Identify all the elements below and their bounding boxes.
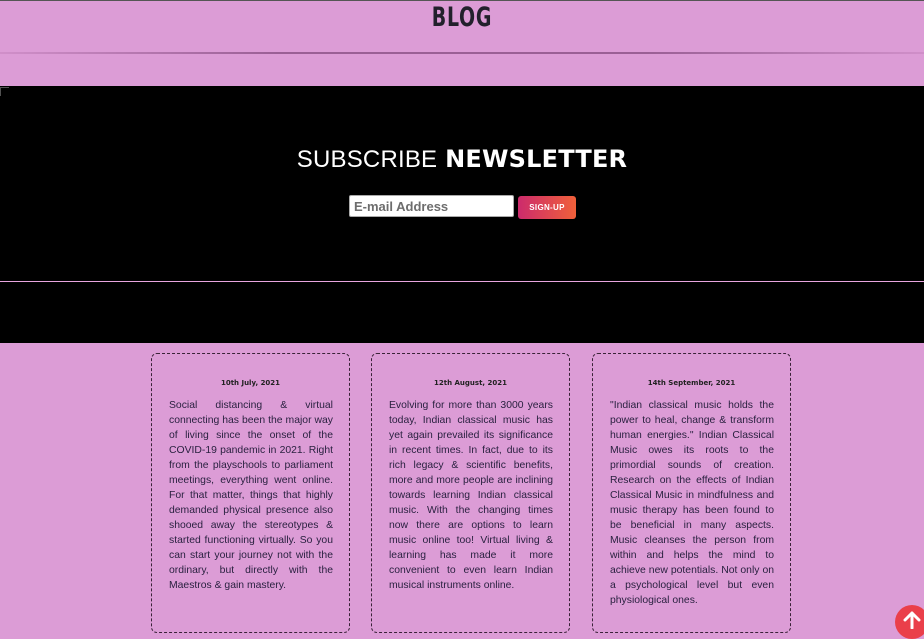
blog-card: 14th September, 2021 "Indian classical m…: [592, 353, 791, 633]
newsletter-heading: SUBSCRIBE NEWSLETTER: [0, 145, 924, 174]
newsletter-heading-light: SUBSCRIBE: [296, 146, 438, 173]
black-band: [0, 282, 924, 343]
blog-card: 12th August, 2021 Evolving for more than…: [371, 353, 570, 633]
newsletter-section: SUBSCRIBE NEWSLETTER SIGN-UP: [0, 86, 924, 281]
card-date: 14th September, 2021: [647, 379, 736, 387]
top-header: BLOG: [0, 0, 924, 87]
signup-button[interactable]: SIGN-UP: [518, 196, 576, 219]
scroll-top-button[interactable]: [895, 605, 924, 639]
card-date: 12th August, 2021: [434, 379, 507, 387]
card-body: "Indian classical music holds the power …: [610, 400, 774, 606]
newsletter-heading-bold: NEWSLETTER: [445, 145, 628, 173]
blog-card: 10th July, 2021 Social distancing & virt…: [151, 353, 350, 633]
card-date: 10th July, 2021: [220, 379, 281, 387]
broken-image-icon: [0, 87, 9, 96]
email-field[interactable]: [349, 195, 514, 217]
page-title: BLOG: [431, 2, 493, 33]
header-divider: [0, 52, 924, 54]
card-body: Social distancing & virtual connecting h…: [169, 400, 333, 591]
card-body: Evolving for more than 3000 years today,…: [389, 400, 553, 591]
arrow-up-icon: [903, 611, 921, 629]
